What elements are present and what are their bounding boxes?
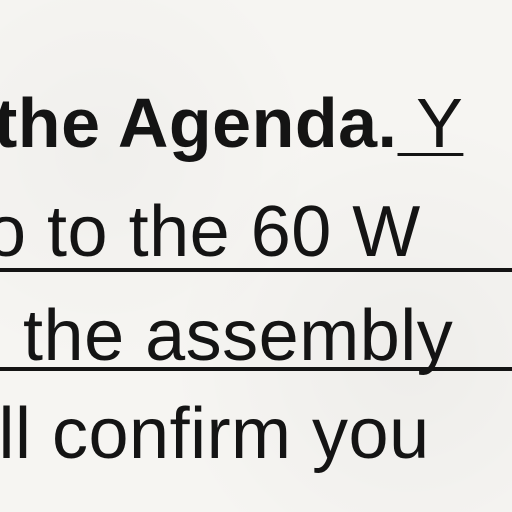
scanned-document: the Agenda. Y o to the 60 W e the assemb… xyxy=(0,0,512,512)
body-line-3: e the assembly xyxy=(0,296,454,376)
agenda-heading-text: the Agenda. xyxy=(0,84,398,162)
underline-rule-1 xyxy=(0,268,512,272)
body-line-4: ill confirm you xyxy=(0,394,430,474)
body-line-2: o to the 60 W xyxy=(0,192,421,272)
heading-trailing-text: Y xyxy=(397,84,464,162)
agenda-heading-line: the Agenda. Y xyxy=(0,88,463,158)
underline-rule-2 xyxy=(0,367,512,371)
